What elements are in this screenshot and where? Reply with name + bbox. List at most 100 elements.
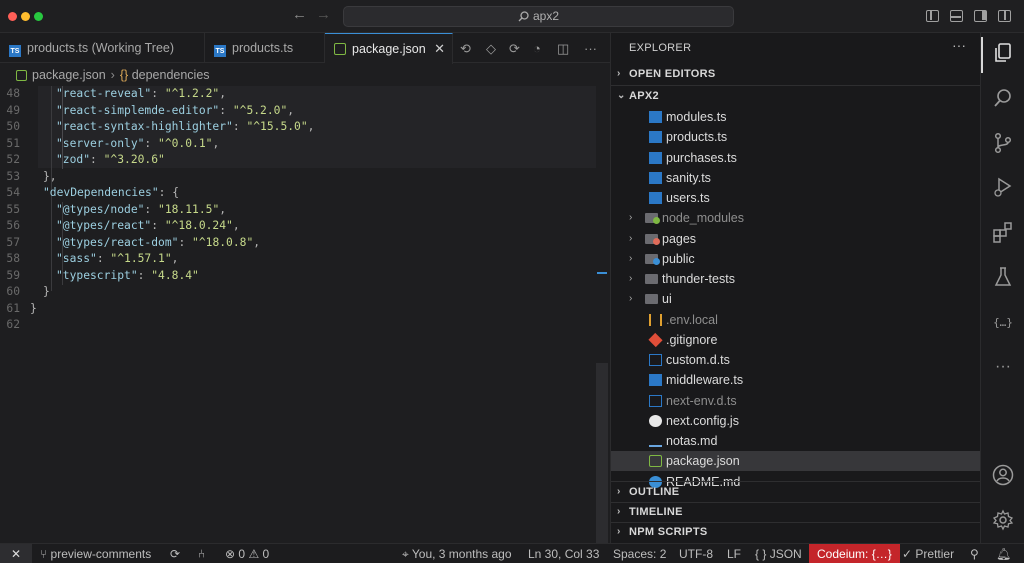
chevron-right-icon: › [629, 273, 633, 284]
tree-file[interactable]: next-env.d.ts [611, 391, 981, 411]
remote-indicator[interactable]: ✕ [0, 544, 32, 563]
json-braces-icon[interactable]: {…} [991, 311, 1015, 335]
scrollbar-thumb[interactable] [596, 363, 608, 563]
language-mode[interactable]: { } JSON [755, 544, 802, 563]
json-value: "^1.57.1" [110, 252, 172, 265]
project-section[interactable]: ⌄ APX2 [611, 86, 981, 106]
tree-item-label: thunder-tests [662, 272, 735, 286]
toggle-panel-icon[interactable] [950, 10, 963, 22]
arrow-right-icon[interactable]: → [316, 6, 331, 23]
split-editor-icon[interactable]: ◫ [557, 41, 569, 57]
source-control-compare-icon[interactable]: ◔ [533, 41, 541, 56]
chevron-right-icon: › [629, 212, 633, 224]
encoding[interactable]: UTF-8 [679, 544, 713, 563]
language-label: JSON [769, 547, 802, 561]
tree-folder[interactable]: › thunder-tests [611, 269, 981, 289]
feedback-icon[interactable]: ⚲ [970, 544, 979, 563]
tree-item-label: users.ts [666, 191, 710, 205]
close-icon[interactable]: ✕ [434, 34, 445, 64]
tree-file[interactable]: sanity.ts [611, 168, 981, 188]
folder-icon [645, 274, 658, 284]
npm-scripts-section[interactable]: › NPM SCRIPTS [611, 522, 981, 542]
prettier-status[interactable]: ✓ Prettier [902, 544, 954, 563]
more-actions-icon[interactable]: ··· [584, 41, 597, 56]
problems-indicator[interactable]: ⊗ 0 ⚠ 0 [225, 544, 269, 563]
json-value: "^3.20.6" [103, 153, 165, 166]
tab-products[interactable]: TS products.ts [205, 33, 325, 63]
git-graph-icon[interactable]: ⑃ [198, 544, 205, 563]
json-key: "react-reveal" [56, 87, 152, 100]
go-forward-change-icon[interactable]: ⟳ [509, 41, 520, 57]
search-text: apx2 [532, 9, 560, 23]
explorer-icon[interactable] [991, 41, 1015, 65]
colon: : [151, 87, 165, 100]
env-settings-icon [649, 313, 662, 326]
timeline-section[interactable]: › TIMELINE [611, 502, 981, 522]
testing-flask-icon[interactable] [991, 265, 1015, 289]
code-line: 59 "typescript": "4.8.4" [0, 268, 596, 285]
line-source: "react-reveal": "^1.2.2", [56, 86, 226, 103]
line-source: "@types/react-dom": "^18.0.8", [56, 235, 260, 252]
account-icon[interactable] [991, 463, 1015, 487]
tree-item-label: middleware.ts [666, 373, 744, 388]
tree-file[interactable]: .env.local [611, 310, 981, 330]
json-key: "react-simplemde-editor" [56, 103, 220, 117]
more-views-icon[interactable]: ··· [991, 355, 1015, 379]
tree-file[interactable]: notas.md [611, 431, 981, 451]
title-bar: ← → apx2 [0, 0, 1024, 33]
tree-item-label: custom.d.ts [666, 353, 730, 367]
arrow-left-icon[interactable]: ← [292, 6, 307, 23]
maximize-window-button[interactable] [34, 12, 43, 21]
indentation[interactable]: Spaces: 2 [613, 544, 666, 563]
breadcrumb-symbol[interactable]: dependencies [132, 68, 210, 82]
code-line: 53}, [0, 169, 596, 186]
close-window-button[interactable] [8, 12, 17, 21]
tree-file[interactable]: users.ts [611, 188, 981, 208]
source-control-icon[interactable] [991, 131, 1015, 155]
tree-folder[interactable]: › public [611, 249, 981, 269]
punctuation: , [171, 252, 179, 265]
chevron-right-icon: › [629, 293, 633, 305]
toggle-sidebar-icon[interactable] [926, 10, 939, 22]
typescript-icon [649, 374, 662, 387]
branch-indicator[interactable]: ⑂ preview-comments [40, 544, 151, 563]
code-editor[interactable]: 48 "react-reveal": "^1.2.2", 49 "react-simp… [0, 86, 596, 543]
line-ending[interactable]: LF [727, 544, 741, 563]
tab-package-json[interactable]: package.json ✕ [325, 33, 453, 64]
editor-area: TS products.ts (Working Tree) TS products.… [0, 33, 610, 563]
breadcrumb-file[interactable]: package.json [32, 68, 106, 82]
search-icon[interactable] [991, 86, 1015, 110]
codeium-status[interactable]: Codeium: {…} [809, 544, 900, 563]
cursor-position[interactable]: Ln 30, Col 33 [528, 544, 599, 563]
tree-file[interactable]: purchases.ts [611, 148, 981, 168]
tree-file[interactable]: modules.ts [611, 107, 981, 127]
tree-file[interactable]: products.ts [611, 127, 981, 147]
tree-file[interactable]: .gitignore [611, 330, 981, 350]
run-debug-icon[interactable] [991, 175, 1015, 199]
git-blame[interactable]: ⌖ You, 3 months ago [402, 544, 512, 563]
diamond-icon[interactable]: ◇ [486, 41, 496, 57]
json-key: "@types/node" [56, 202, 145, 216]
customize-layout-icon[interactable] [998, 10, 1011, 22]
outline-section[interactable]: › OUTLINE [611, 482, 981, 502]
tree-file[interactable]: package.json [611, 451, 981, 472]
open-editors-section[interactable]: › OPEN EDITORS [611, 64, 981, 84]
tree-folder[interactable]: › ui [611, 289, 981, 309]
toggle-secondary-sidebar-icon[interactable] [974, 10, 987, 22]
tree-folder[interactable]: › node_modules [611, 208, 981, 228]
minimize-window-button[interactable] [21, 12, 30, 21]
tree-file[interactable]: middleware.ts [611, 370, 981, 390]
colon: : [90, 153, 104, 166]
gear-icon[interactable] [991, 508, 1015, 532]
extensions-icon[interactable] [991, 220, 1015, 244]
line-source: "devDependencies": { [43, 185, 179, 202]
tree-file[interactable]: custom.d.ts [611, 350, 981, 370]
go-back-change-icon[interactable]: ⟲ [460, 41, 471, 57]
tab-products-working-tree[interactable]: TS products.ts (Working Tree) [0, 33, 205, 63]
more-actions-icon[interactable]: ··· [952, 37, 966, 53]
sync-icon[interactable]: ⟳ [170, 544, 180, 563]
command-center-search[interactable]: apx2 [343, 6, 734, 27]
bell-icon[interactable]: 🔔︎ [996, 544, 1011, 563]
tree-folder[interactable]: › pages [611, 229, 981, 249]
tree-file[interactable]: next.config.js [611, 411, 981, 431]
